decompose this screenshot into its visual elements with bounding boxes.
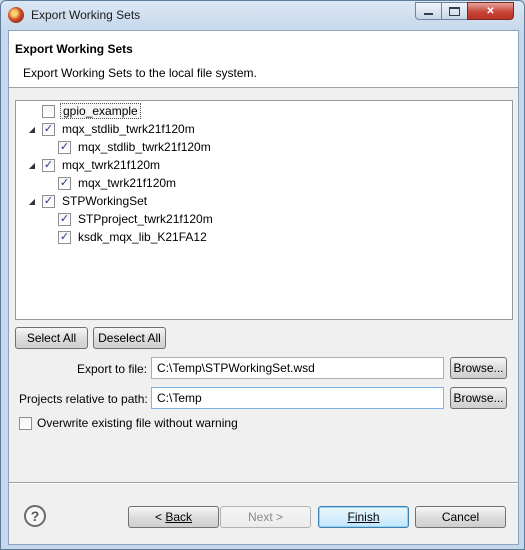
back-label: Back [165, 510, 193, 524]
tree-item-label: mqx_stdlib_twrk21f120m [78, 140, 211, 154]
footer-separator [9, 482, 518, 484]
help-icon[interactable]: ? [24, 505, 46, 527]
tree-item[interactable]: ✓ mqx_stdlib_twrk21f120m [58, 138, 213, 156]
minimize-button[interactable] [415, 2, 442, 20]
finish-label: Finish [347, 510, 380, 524]
page-description: Export Working Sets to the local file sy… [23, 66, 257, 80]
checkmark-icon: ✓ [59, 212, 70, 225]
page-title: Export Working Sets [15, 42, 133, 56]
eclipse-app-icon [8, 7, 24, 23]
tree-item-label: ksdk_mqx_lib_K21FA12 [78, 230, 207, 244]
tree-item-checkbox[interactable]: ✓ [42, 158, 55, 172]
expand-toggle-icon[interactable]: ◢ [26, 123, 38, 135]
export-to-file-label: Export to file: [77, 362, 148, 376]
tree-item[interactable]: ✓ mqx_twrk21f120m [58, 174, 178, 192]
export-dialog-window: Export Working Sets ✕ Export Working Set… [0, 0, 525, 550]
deselect-all-button[interactable]: Deselect All [93, 327, 166, 349]
window-title: Export Working Sets [31, 8, 141, 22]
expand-toggle-icon[interactable]: ◢ [26, 195, 38, 207]
dialog-client-area: Export Working Sets Export Working Sets … [8, 30, 519, 545]
maximize-button[interactable] [441, 2, 468, 20]
checkmark-icon: ✓ [59, 230, 70, 243]
projects-relative-label: Projects relative to path: [19, 392, 148, 406]
checkmark-icon: ✓ [59, 140, 70, 153]
browse-file-button[interactable]: Browse... [450, 357, 507, 379]
tree-item-label: mqx_stdlib_twrk21f120m [62, 122, 195, 136]
close-button[interactable]: ✕ [467, 2, 514, 20]
next-button[interactable]: Next > [220, 506, 311, 528]
close-icon: ✕ [486, 5, 495, 17]
tree-item[interactable]: gpio_example [26, 102, 141, 120]
tree-item[interactable]: ◢ ✓ STPWorkingSet [26, 192, 149, 210]
working-sets-tree[interactable]: gpio_example ◢ ✓ mqx_stdlib_twrk21f120m ✓ mqx… [15, 100, 513, 320]
title-bar[interactable]: Export Working Sets ✕ [1, 1, 524, 30]
tree-item-checkbox[interactable]: ✓ [58, 212, 71, 226]
tree-item-checkbox[interactable]: ✓ [58, 230, 71, 244]
tree-item-label: STPWorkingSet [62, 194, 148, 208]
tree-item-label: gpio_example [60, 103, 141, 119]
tree-item[interactable]: ◢ ✓ mqx_stdlib_twrk21f120m [26, 120, 197, 138]
finish-button[interactable]: Finish [318, 506, 409, 528]
tree-item-checkbox[interactable] [42, 104, 55, 118]
cancel-button[interactable]: Cancel [415, 506, 506, 528]
overwrite-checkbox[interactable] [19, 416, 32, 430]
expand-toggle-icon[interactable]: ◢ [26, 159, 38, 171]
tree-item-label: mqx_twrk21f120m [62, 158, 161, 172]
relative-path-input[interactable] [151, 387, 444, 409]
tree-item-label: mqx_twrk21f120m [78, 176, 177, 190]
tree-item-checkbox[interactable]: ✓ [58, 176, 71, 190]
wizard-banner: Export Working Sets Export Working Sets … [9, 31, 518, 88]
back-prefix: < [154, 510, 166, 524]
tree-item[interactable]: ✓ STPproject_twrk21f120m [58, 210, 215, 228]
checkmark-icon: ✓ [43, 122, 54, 135]
select-all-button[interactable]: Select All [15, 327, 88, 349]
tree-item[interactable]: ◢ ✓ mqx_twrk21f120m [26, 156, 162, 174]
checkmark-icon: ✓ [43, 194, 54, 207]
export-file-input[interactable] [151, 357, 444, 379]
tree-item[interactable]: ✓ ksdk_mqx_lib_K21FA12 [58, 228, 209, 246]
overwrite-label: Overwrite existing file without warning [37, 416, 238, 430]
back-button[interactable]: < Back [128, 506, 219, 528]
tree-item-checkbox[interactable]: ✓ [42, 194, 55, 208]
browse-path-button[interactable]: Browse... [450, 387, 507, 409]
overwrite-option[interactable]: Overwrite existing file without warning [19, 416, 238, 430]
tree-item-label: STPproject_twrk21f120m [78, 212, 213, 226]
tree-item-checkbox[interactable]: ✓ [42, 122, 55, 136]
tree-item-checkbox[interactable]: ✓ [58, 140, 71, 154]
checkmark-icon: ✓ [43, 158, 54, 171]
checkmark-icon: ✓ [59, 176, 70, 189]
